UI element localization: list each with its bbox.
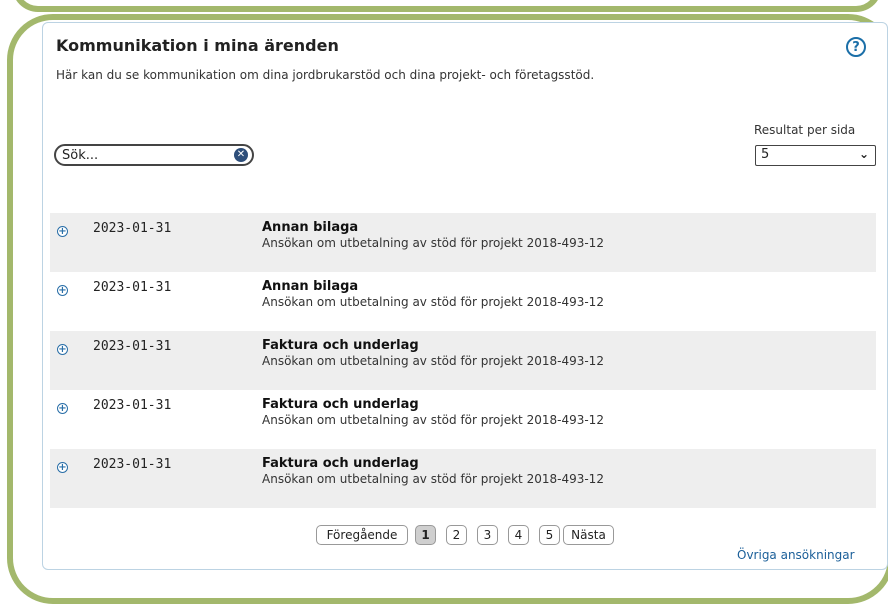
results-per-page-label: Resultat per sida [754, 123, 856, 137]
item-subtitle: Ansökan om utbetalning av stöd för proje… [262, 236, 604, 250]
item-date: 2023-01-31 [93, 221, 172, 236]
page-button-4[interactable]: 4 [508, 525, 529, 545]
page-description: Här kan du se kommunikation om dina jord… [56, 68, 595, 82]
list-item[interactable]: + 2023-01-31 Faktura och underlag Ansöka… [50, 449, 876, 508]
expand-icon[interactable]: + [57, 226, 68, 237]
page-button-3[interactable]: 3 [477, 525, 498, 545]
item-date: 2023-01-31 [93, 280, 172, 295]
search-input[interactable] [62, 147, 222, 163]
page-button-2[interactable]: 2 [446, 525, 467, 545]
results-per-page-select[interactable]: 5 ⌄ [755, 145, 876, 166]
item-title: Faktura och underlag [262, 397, 419, 412]
expand-icon[interactable]: + [57, 403, 68, 414]
previous-page-button[interactable]: Föregående [316, 525, 408, 545]
item-title: Annan bilaga [262, 279, 359, 294]
results-per-page-value: 5 [761, 147, 770, 162]
list-item[interactable]: + 2023-01-31 Annan bilaga Ansökan om utb… [50, 213, 876, 272]
page-button-5[interactable]: 5 [539, 525, 560, 545]
page-button-1[interactable]: 1 [415, 525, 436, 545]
item-subtitle: Ansökan om utbetalning av stöd för proje… [262, 295, 604, 309]
decorative-frame-top [12, 0, 882, 12]
item-date: 2023-01-31 [93, 457, 172, 472]
expand-icon[interactable]: + [57, 285, 68, 296]
expand-icon[interactable]: + [57, 462, 68, 473]
list-item[interactable]: + 2023-01-31 Annan bilaga Ansökan om utb… [50, 272, 876, 331]
expand-icon[interactable]: + [57, 344, 68, 355]
list-item[interactable]: + 2023-01-31 Faktura och underlag Ansöka… [50, 331, 876, 390]
clear-search-icon[interactable]: ✕ [234, 148, 248, 162]
item-date: 2023-01-31 [93, 339, 172, 354]
search-box: ✕ [54, 144, 254, 166]
item-date: 2023-01-31 [93, 398, 172, 413]
item-title: Faktura och underlag [262, 338, 419, 353]
help-icon[interactable]: ? [846, 37, 866, 57]
item-subtitle: Ansökan om utbetalning av stöd för proje… [262, 472, 604, 486]
chevron-down-icon: ⌄ [858, 147, 869, 161]
list-item[interactable]: + 2023-01-31 Faktura och underlag Ansöka… [50, 390, 876, 449]
item-title: Faktura och underlag [262, 456, 419, 471]
next-page-button[interactable]: Nästa [563, 525, 614, 545]
other-applications-link[interactable]: Övriga ansökningar [737, 548, 855, 562]
item-subtitle: Ansökan om utbetalning av stöd för proje… [262, 413, 604, 427]
page-title: Kommunikation i mina ärenden [56, 36, 339, 55]
item-subtitle: Ansökan om utbetalning av stöd för proje… [262, 354, 604, 368]
item-title: Annan bilaga [262, 220, 359, 235]
